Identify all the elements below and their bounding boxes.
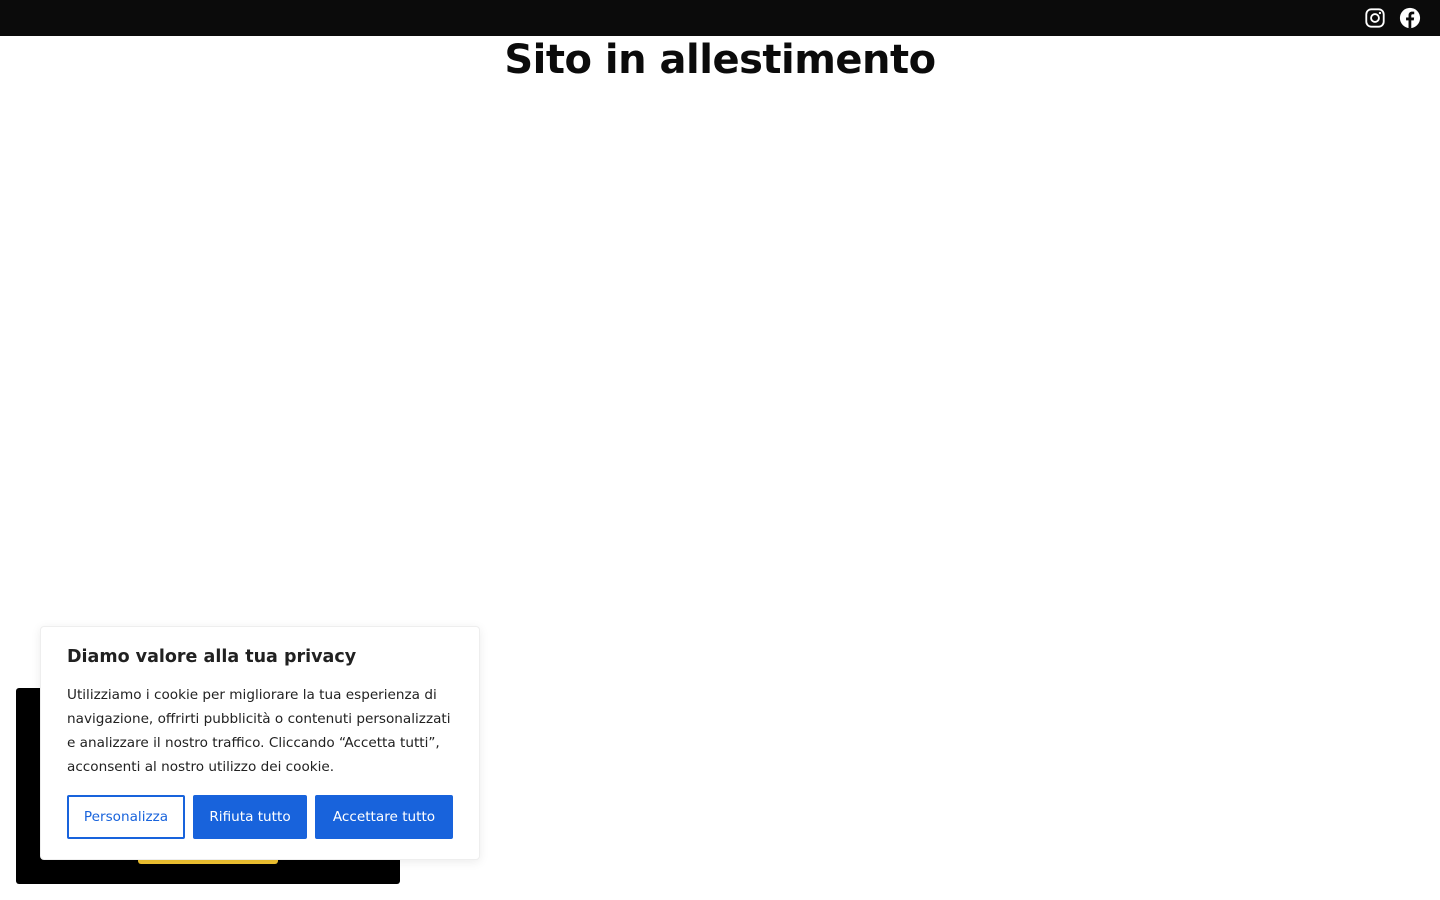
top-bar: [0, 0, 1440, 36]
page-title: Sito in allestimento: [504, 37, 936, 83]
cookie-consent-banner: Diamo valore alla tua privacy Utilizziam…: [40, 626, 480, 860]
accept-all-button[interactable]: Accettare tutto: [315, 795, 453, 839]
instagram-link[interactable]: [1364, 7, 1386, 29]
cookie-banner-title: Diamo valore alla tua privacy: [67, 647, 357, 667]
reject-all-button[interactable]: Rifiuta tutto: [193, 795, 307, 839]
customize-button[interactable]: Personalizza: [67, 795, 185, 839]
facebook-icon: [1399, 7, 1421, 29]
cookie-banner-description: Utilizziamo i cookie per migliorare la t…: [67, 687, 451, 775]
instagram-icon: [1365, 8, 1385, 28]
facebook-link[interactable]: [1399, 7, 1421, 29]
